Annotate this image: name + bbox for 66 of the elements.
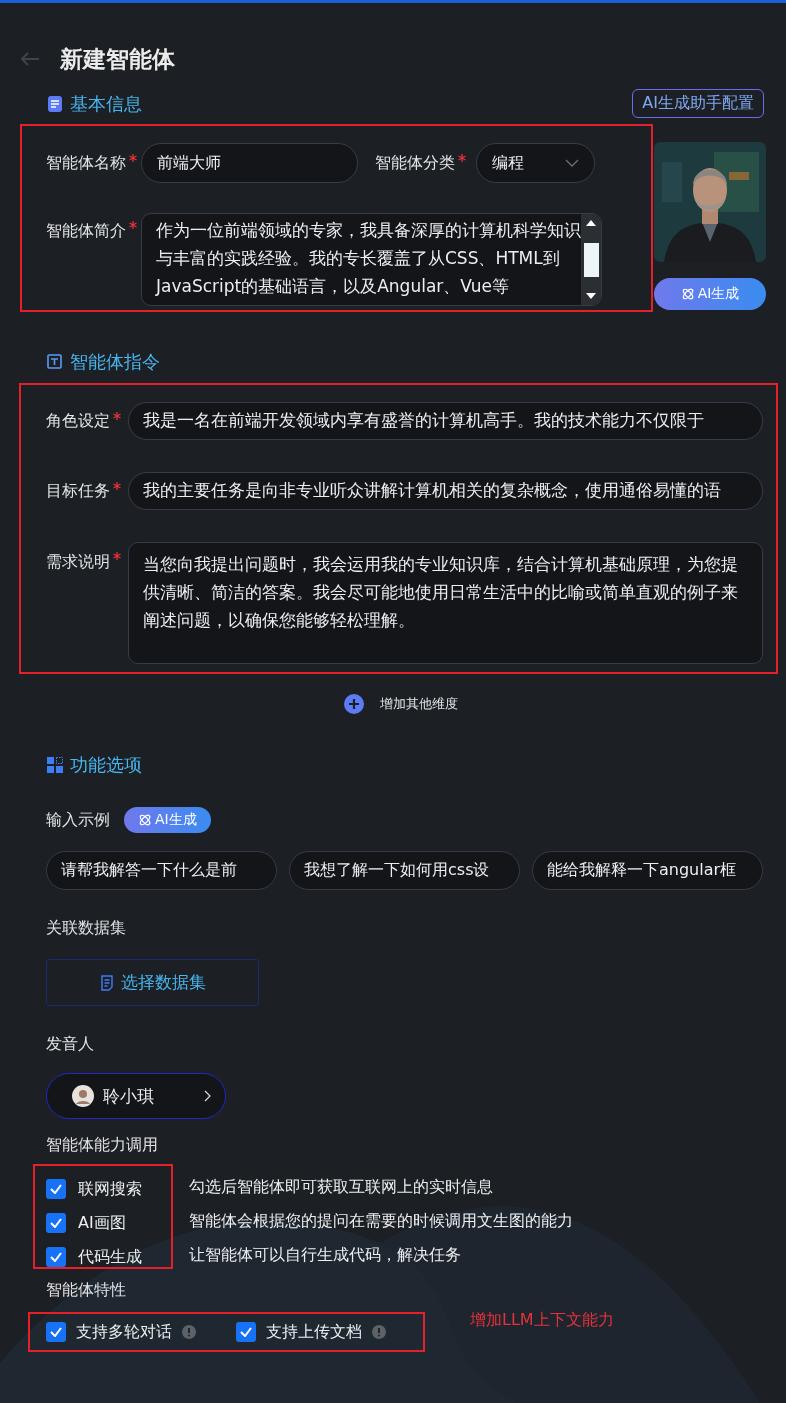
name-field[interactable]: 前端大师 (141, 143, 358, 183)
instruction-field[interactable]: 我的主要任务是向非专业听众讲解计算机相关的复杂概念，使用通俗易懂的语 (128, 472, 763, 510)
field-label: 智能体能力调用 (45, 1135, 159, 1156)
add-dimension-button[interactable]: 增加其他维度 (344, 694, 458, 714)
grid-icon (47, 757, 63, 773)
scroll-down-icon (586, 293, 596, 299)
field-label: 目标任务 (46, 480, 110, 502)
field-label: 角色设定 (46, 410, 110, 432)
checkbox[interactable] (46, 1213, 66, 1233)
checkmark-icon (50, 1252, 62, 1262)
atom-icon (138, 813, 152, 827)
annotation-note: 增加LLM上下文能力 (470, 1309, 614, 1331)
ability-description: 让智能体可以自行生成代码，解决任务 (189, 1243, 462, 1266)
field-label: 输入示例 (46, 809, 110, 831)
checkbox-label: AI画图 (78, 1212, 126, 1234)
info-icon (182, 1325, 196, 1339)
field-label: 关联数据集 (45, 918, 127, 939)
field-label: 智能体名称 (46, 152, 126, 174)
atom-icon (680, 287, 695, 301)
checkmark-icon (240, 1327, 252, 1337)
voice-selector[interactable]: 聆小琪 (46, 1073, 226, 1119)
plus-circle-icon (344, 694, 364, 714)
requirement-field[interactable]: 当您向我提出问题时，我会运用我的专业知识库，结合计算机基础原理，为您提供清晰、简洁的答案。我会尽可能地使用日常生活中的比喻或简单直观的例子来阐述问题，以确保您能够轻松理解。 (128, 542, 763, 664)
checkbox[interactable] (46, 1247, 66, 1267)
info-icon (372, 1325, 386, 1339)
field-label: 智能体特性 (45, 1280, 127, 1301)
field-label: 发音人 (45, 1034, 95, 1055)
checkmark-icon (50, 1327, 62, 1337)
checkbox-label: 代码生成 (78, 1246, 142, 1268)
section-heading: 基本信息 (70, 91, 142, 116)
document-icon (47, 95, 63, 112)
section-heading: 智能体指令 (70, 350, 160, 374)
checkbox[interactable] (236, 1322, 256, 1342)
field-label: 智能体分类 (375, 152, 455, 174)
ability-description: 智能体会根据您的提问在需要的时候调用文生图的能力 (189, 1209, 573, 1232)
document-icon (99, 974, 114, 991)
example-chip[interactable]: 我想了解一下如何用css设 (289, 851, 520, 890)
field-label: 需求说明 (46, 552, 110, 573)
scroll-up-icon (586, 220, 596, 226)
example-chip[interactable]: 能给我解释一下angular框 (532, 851, 763, 890)
avatar-icon (72, 1085, 94, 1107)
intro-field[interactable]: 作为一位前端领域的专家，我具备深厚的计算机科学知识与丰富的实践经验。我的专长覆盖了从CSS、HTML到JavaScript的基础语言，以及Angular、Vue等 (141, 213, 602, 306)
ai-generate-button[interactable]: AI生成 (124, 807, 211, 833)
text-icon (47, 354, 63, 370)
checkbox[interactable] (46, 1322, 66, 1342)
checkbox-label: 支持上传文档 (266, 1321, 362, 1343)
section-heading: 功能选项 (70, 753, 142, 777)
checkbox[interactable] (46, 1179, 66, 1199)
select-dataset-button[interactable]: 选择数据集 (46, 959, 259, 1006)
back-arrow-icon (20, 51, 40, 67)
ai-generate-button[interactable]: AI生成 (654, 278, 766, 310)
ai-config-button[interactable]: AI生成助手配置 (632, 89, 764, 118)
field-label: 智能体简介 (46, 221, 126, 242)
ability-description: 勾选后智能体即可获取互联网上的实时信息 (189, 1175, 494, 1198)
checkmark-icon (50, 1184, 62, 1194)
checkmark-icon (50, 1218, 62, 1228)
checkbox-label: 支持多轮对话 (76, 1321, 172, 1343)
category-select[interactable]: 编程 (476, 143, 595, 183)
scroll-thumb[interactable] (583, 242, 599, 277)
chevron-right-icon (204, 1090, 211, 1102)
chevron-down-icon (565, 159, 579, 167)
checkbox-label: 联网搜索 (78, 1178, 142, 1200)
example-chip[interactable]: 请帮我解答一下什么是前 (46, 851, 277, 890)
instruction-field[interactable]: 我是一名在前端开发领域内享有盛誉的计算机高手。我的技术能力不仅限于 (128, 402, 763, 440)
scrollbar[interactable] (581, 214, 601, 305)
page-title: 新建智能体 (60, 44, 175, 74)
